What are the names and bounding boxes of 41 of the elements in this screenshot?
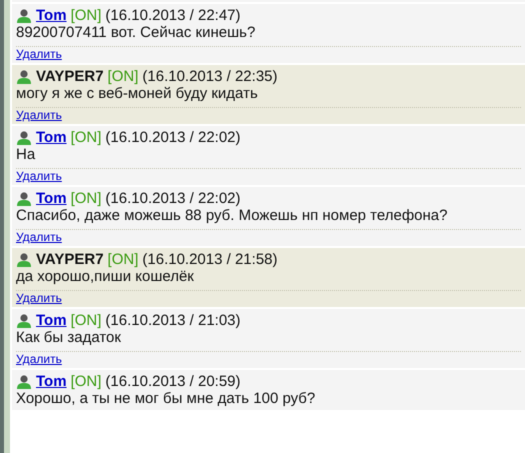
delete-link[interactable]: Удалить bbox=[16, 169, 62, 183]
user-icon bbox=[16, 8, 32, 22]
author-name[interactable]: Tom bbox=[36, 129, 67, 146]
post-date: (16.10.2013 / 20:59) bbox=[105, 373, 241, 390]
delete-link[interactable]: Удалить bbox=[16, 230, 62, 244]
post-text: На bbox=[16, 146, 36, 164]
delete-link[interactable]: Удалить bbox=[16, 352, 62, 366]
user-icon bbox=[16, 192, 32, 206]
delete-link[interactable]: Удалить bbox=[16, 291, 62, 305]
post-text: Как бы задаток bbox=[16, 329, 122, 347]
status-label: [ON] bbox=[70, 190, 102, 207]
post-date: (16.10.2013 / 21:58) bbox=[142, 251, 278, 268]
user-icon bbox=[16, 252, 32, 266]
author-name[interactable]: Tom bbox=[36, 190, 67, 207]
author-name-text: VAYPER7 bbox=[36, 68, 104, 85]
post-text: Спасибо, даже можешь 88 руб. Можешь нп номер телефона? bbox=[16, 207, 448, 225]
author-name[interactable]: Tom bbox=[36, 373, 67, 390]
user-icon bbox=[16, 314, 32, 328]
status-label: [ON] bbox=[70, 7, 102, 24]
delete-link[interactable]: Удалить bbox=[16, 47, 62, 61]
status-label: [ON] bbox=[108, 251, 138, 268]
post-date: (16.10.2013 / 22:02) bbox=[105, 190, 241, 207]
post-date: (16.10.2013 / 21:03) bbox=[105, 312, 241, 329]
post-date: (16.10.2013 / 22:02) bbox=[105, 129, 241, 146]
user-icon bbox=[16, 374, 32, 388]
post-text: да хорошо,пиши кошелёк bbox=[16, 268, 195, 286]
post-date: (16.10.2013 / 22:47) bbox=[105, 7, 241, 24]
post-date: (16.10.2013 / 22:35) bbox=[142, 68, 278, 85]
post-text: Хорошо, а ты не мог бы мне дать 100 руб? bbox=[16, 390, 316, 408]
status-label: [ON] bbox=[70, 373, 102, 390]
author-name[interactable]: Tom bbox=[36, 312, 67, 329]
user-icon bbox=[16, 70, 32, 84]
author-name-text: VAYPER7 bbox=[36, 251, 104, 268]
status-label: [ON] bbox=[70, 129, 102, 146]
delete-link[interactable]: Удалить bbox=[16, 108, 62, 122]
post-text: могу я же с веб-моней буду кидать bbox=[16, 85, 259, 103]
user-icon bbox=[16, 130, 32, 144]
status-label: [ON] bbox=[108, 68, 138, 85]
post-text: 89200707411 вот. Сейчас кинешь? bbox=[16, 24, 256, 42]
author-name[interactable]: Tom bbox=[36, 7, 67, 24]
status-label: [ON] bbox=[70, 312, 102, 329]
